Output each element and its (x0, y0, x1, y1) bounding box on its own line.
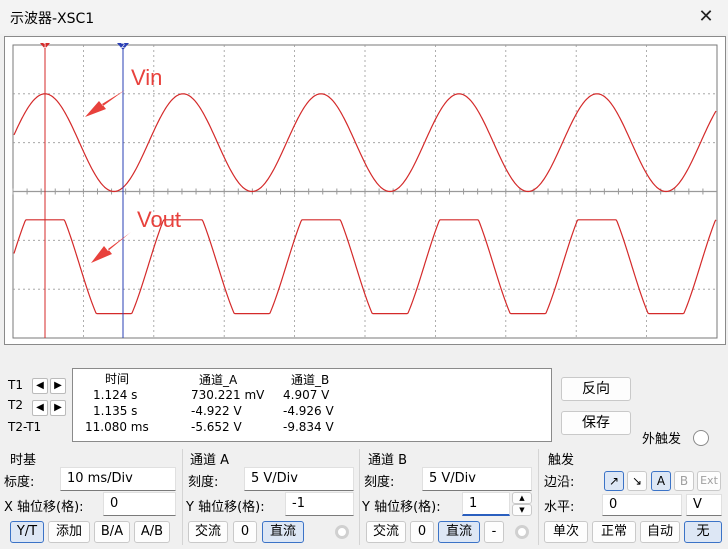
spin-down-icon[interactable]: ▼ (512, 504, 532, 516)
header-channel-b: 通道_B (291, 373, 330, 387)
vout-annotation: Vout (137, 207, 181, 232)
oscilloscope-screen: 1 2 Vin Vout (4, 36, 726, 345)
trigger-edge-label: 边沿: (544, 475, 575, 490)
channel-a-zero-button[interactable]: 0 (233, 521, 257, 543)
header-time: 时间 (105, 372, 130, 386)
divider (182, 449, 183, 545)
ext-trigger-radio[interactable] (693, 430, 709, 446)
t2-time: 1.135 s (93, 404, 138, 418)
diff-channel-b: -9.834 V (283, 420, 334, 434)
mode-ba-button[interactable]: B/A (94, 521, 130, 543)
mode-add-button[interactable]: 添加 (48, 521, 90, 543)
timebase-title: 时基 (10, 453, 37, 468)
t2-channel-b: -4.926 V (283, 404, 334, 418)
timebase-scale-field[interactable]: 10 ms/Div (60, 467, 176, 491)
channel-a-ac-button[interactable]: 交流 (188, 521, 228, 543)
channel-a-ypos-label: Y 轴位移(格): (186, 500, 265, 515)
channel-b-ypos-field[interactable]: 1 (462, 492, 510, 516)
channel-a-dc-button[interactable]: 直流 (262, 521, 304, 543)
channel-a-title: 通道 A (190, 453, 230, 468)
ext-trigger-label: 外触发 (642, 432, 682, 447)
close-icon[interactable]: ✕ (694, 5, 718, 29)
channel-b-dc-button[interactable]: 直流 (438, 521, 480, 543)
t2-t1-label: T2-T1 (8, 420, 42, 434)
waveform-display: 1 2 Vin Vout (12, 42, 718, 339)
trigger-normal-button[interactable]: 正常 (592, 521, 636, 543)
channel-b-color-indicator (515, 525, 529, 539)
cursor-t1-marker: 1 (43, 42, 47, 50)
diff-time: 11.080 ms (85, 420, 149, 434)
channel-a-ypos-field[interactable]: -1 (285, 492, 354, 516)
cursor-t2-marker: 2 (121, 42, 125, 50)
divider (359, 449, 360, 545)
t1-label: T1 (8, 378, 23, 392)
t1-time: 1.124 s (93, 388, 138, 402)
t1-channel-a: 730.221 mV (191, 388, 265, 402)
channel-a-scale-label: 刻度: (188, 475, 219, 490)
window-title: 示波器-XSC1 (10, 11, 95, 27)
channel-a-color-indicator (335, 525, 349, 539)
vin-annotation: Vin (131, 65, 162, 90)
channel-b-title: 通道 B (368, 453, 408, 468)
trigger-level-unit[interactable]: V (686, 494, 722, 516)
rising-edge-icon[interactable]: ↗ (604, 471, 624, 491)
t2-left-arrow-icon[interactable]: ◀ (32, 400, 48, 416)
trigger-title: 触发 (548, 453, 575, 468)
trigger-auto-button[interactable]: 自动 (640, 521, 680, 543)
trigger-source-b-button[interactable]: B (674, 471, 694, 491)
channel-b-ac-button[interactable]: 交流 (366, 521, 406, 543)
measurement-panel: 时间 通道_A 通道_B 1.124 s 730.221 mV 4.907 V … (72, 368, 552, 442)
falling-edge-icon[interactable]: ↘ (627, 471, 647, 491)
t2-right-arrow-icon[interactable]: ▶ (50, 400, 66, 416)
trigger-level-field[interactable]: 0 (602, 494, 682, 516)
x-position-field[interactable]: 0 (103, 492, 176, 516)
divider (538, 449, 539, 545)
t2-label: T2 (8, 398, 23, 412)
t1-channel-b: 4.907 V (283, 388, 330, 402)
x-position-label: X 轴位移(格): (4, 500, 84, 515)
channel-b-ypos-label: Y 轴位移(格): (362, 500, 441, 515)
header-channel-a: 通道_A (199, 373, 238, 387)
trigger-source-ext-button[interactable]: Ext (697, 471, 721, 491)
save-button[interactable]: 保存 (561, 411, 631, 435)
channel-b-invert-button[interactable]: - (484, 521, 504, 543)
spin-up-icon[interactable]: ▲ (512, 492, 532, 504)
trigger-single-button[interactable]: 单次 (544, 521, 588, 543)
title-bar (0, 0, 728, 34)
mode-ab-button[interactable]: A/B (134, 521, 170, 543)
t1-right-arrow-icon[interactable]: ▶ (50, 378, 66, 394)
t2-channel-a: -4.922 V (191, 404, 242, 418)
trigger-none-button[interactable]: 无 (684, 521, 722, 543)
timebase-scale-label: 标度: (4, 475, 35, 490)
channel-a-scale-field[interactable]: 5 V/Div (244, 467, 354, 491)
channel-b-zero-button[interactable]: 0 (410, 521, 434, 543)
mode-yt-button[interactable]: Y/T (10, 521, 44, 543)
t1-left-arrow-icon[interactable]: ◀ (32, 378, 48, 394)
diff-channel-a: -5.652 V (191, 420, 242, 434)
trigger-level-label: 水平: (544, 500, 575, 515)
channel-b-scale-field[interactable]: 5 V/Div (422, 467, 532, 491)
trigger-source-a-button[interactable]: A (651, 471, 671, 491)
channel-b-scale-label: 刻度: (364, 475, 395, 490)
reverse-button[interactable]: 反向 (561, 377, 631, 401)
